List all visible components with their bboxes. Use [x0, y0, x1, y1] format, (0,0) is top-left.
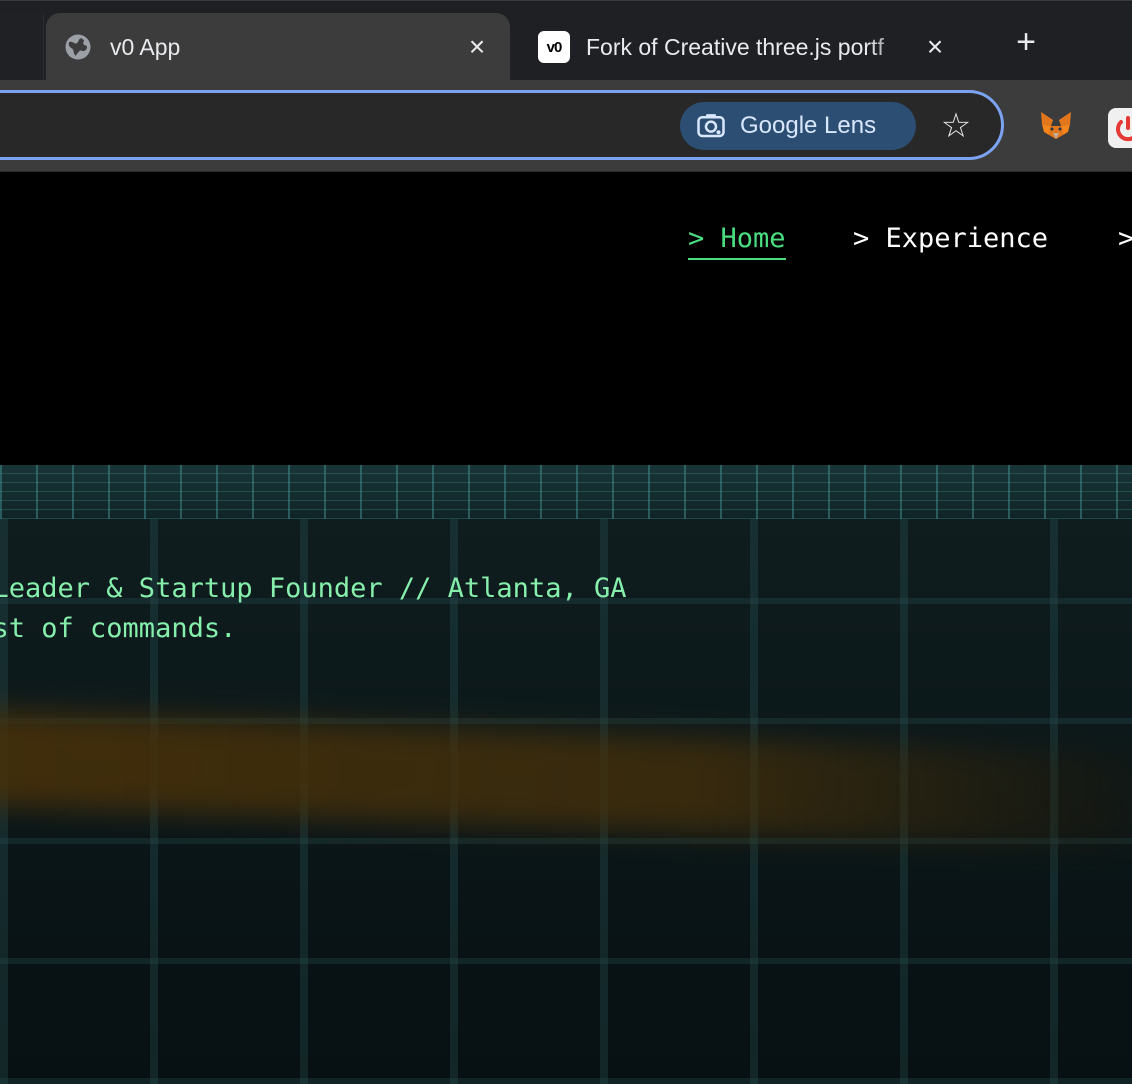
- close-icon[interactable]: ×: [460, 30, 494, 64]
- v0-logo-icon: v0: [538, 31, 570, 63]
- metamask-fox-icon[interactable]: [1038, 108, 1074, 144]
- v0-favicon-text: v0: [538, 31, 570, 63]
- hero-line-1: g Leader & Startup Founder // Atlanta, G…: [0, 573, 627, 604]
- tab-v0-app[interactable]: v0 App ×: [46, 13, 510, 81]
- google-lens-label: Google Lens: [740, 112, 877, 139]
- grid-horizon: [0, 465, 1132, 519]
- site-nav: > Home > Experience >: [0, 223, 1132, 267]
- hero-terminal-text: g Leader & Startup Founder // Atlanta, G…: [0, 569, 626, 649]
- tab-title: Fork of Creative three.js portf: [586, 33, 884, 60]
- lens-camera-icon: [697, 114, 725, 138]
- nav-experience[interactable]: > Experience: [853, 223, 1048, 254]
- nav-next[interactable]: >: [1118, 223, 1132, 254]
- tab-title: v0 App: [110, 33, 181, 60]
- tab-strip: × v0 App × v0 Fork of Creative three.js …: [0, 0, 1132, 81]
- hero-line-2: list of commands.: [0, 613, 237, 644]
- google-lens-button[interactable]: Google Lens: [680, 102, 916, 150]
- power-extension-icon[interactable]: [1108, 108, 1132, 148]
- globe-icon: [62, 31, 94, 63]
- close-icon[interactable]: ×: [918, 30, 952, 64]
- tab-previous[interactable]: ×: [0, 13, 44, 81]
- nav-home[interactable]: > Home: [688, 223, 786, 260]
- new-tab-button[interactable]: +: [1006, 23, 1046, 63]
- page-viewport: > Home > Experience > g Leader & Startup…: [0, 173, 1132, 1084]
- bookmark-star-icon[interactable]: ☆: [936, 106, 976, 146]
- tab-fork-creative[interactable]: v0 Fork of Creative three.js portf ×: [520, 13, 980, 81]
